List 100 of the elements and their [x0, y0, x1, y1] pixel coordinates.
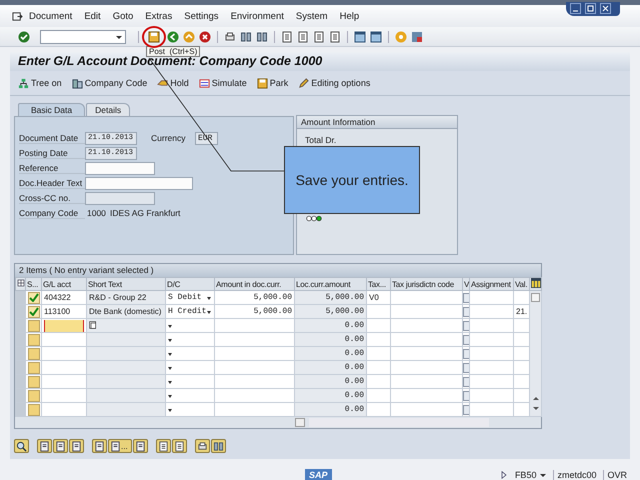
table-cell: 0.00 — [294, 318, 366, 332]
select-all-icon[interactable] — [16, 279, 24, 287]
table-tool-button[interactable] — [156, 439, 171, 453]
page-icon[interactable] — [313, 30, 325, 42]
table-tool-button[interactable] — [14, 439, 29, 453]
simulate-icon — [198, 78, 210, 88]
table-tool-button[interactable] — [69, 439, 84, 453]
table-tool-button[interactable]: ... — [108, 439, 132, 453]
table-tool-button[interactable] — [194, 439, 210, 453]
page-icon[interactable] — [297, 30, 309, 42]
table-cell: 5,000.00 — [294, 290, 366, 304]
layout-icon[interactable] — [411, 30, 423, 42]
table-cell: 0.00 — [294, 402, 366, 416]
table-tool-button[interactable] — [92, 439, 107, 453]
menu-exit-icon[interactable] — [12, 10, 23, 22]
dropdown[interactable]: H Credit — [166, 306, 214, 318]
column-header[interactable]: G/L acct — [42, 278, 86, 290]
binoculars-icon[interactable] — [240, 30, 252, 42]
input-field[interactable] — [44, 320, 84, 332]
window-controls[interactable] — [566, 2, 620, 16]
pencil-icon — [298, 78, 310, 88]
column-header[interactable]: S... — [26, 278, 42, 290]
checkbox[interactable] — [464, 362, 468, 372]
input-field[interactable] — [85, 176, 193, 190]
help-icon[interactable] — [395, 30, 407, 42]
checkbox[interactable] — [464, 348, 468, 358]
table-cell: 0.00 — [294, 374, 366, 388]
hold-icon — [157, 78, 168, 88]
floppy-icon — [256, 78, 268, 88]
value-help-icon[interactable] — [89, 320, 97, 328]
horizontal-scrollbar[interactable] — [309, 418, 489, 427]
command-field[interactable] — [40, 30, 126, 44]
horizontal-scrollbar[interactable] — [295, 418, 305, 427]
menu-item[interactable]: Settings — [184, 10, 219, 22]
tooltip: Post (Ctrl+S) — [146, 46, 200, 57]
table-title: 2 Items ( No entry variant selected ) — [15, 264, 541, 277]
menu-item[interactable]: Extras — [145, 10, 172, 22]
checkbox[interactable] — [464, 334, 468, 344]
toolbar-button[interactable]: Hold — [157, 76, 189, 90]
column-header[interactable]: Amount in doc.curr. — [214, 278, 294, 290]
column-header[interactable]: Assignment — [470, 278, 514, 290]
toolbar-button[interactable]: Editing options — [298, 76, 370, 90]
tree-icon — [18, 78, 29, 88]
table-cell: 5,000.00 — [214, 290, 294, 304]
menu-item[interactable]: Edit — [84, 10, 101, 22]
toolbar-button[interactable]: Park — [256, 76, 288, 90]
vertical-scrollbar[interactable] — [530, 290, 542, 416]
menu-item[interactable]: Help — [340, 10, 360, 22]
checkbox[interactable] — [464, 404, 468, 414]
column-header[interactable]: Tax... — [366, 278, 390, 290]
highlight-ring — [142, 26, 166, 48]
toolbar-button[interactable]: Simulate — [198, 76, 247, 90]
table-tool-button[interactable] — [210, 439, 226, 453]
tab[interactable]: Details — [86, 103, 130, 116]
table-cell: 5,000.00 — [294, 304, 366, 318]
column-header[interactable]: Loc.curr.amount — [294, 278, 366, 290]
column-settings-icon[interactable] — [530, 278, 540, 288]
table-cell: R&D - Group 22 — [86, 290, 166, 304]
checkbox[interactable] — [464, 320, 468, 330]
table-tool-button[interactable] — [132, 439, 148, 453]
field-value: 1000 — [86, 208, 103, 218]
table-tool-button[interactable] — [172, 439, 187, 453]
cancel-icon[interactable] — [199, 30, 211, 42]
table-cell: 5,000.00 — [214, 304, 294, 318]
dropdown[interactable]: S Debit — [166, 292, 214, 304]
menu-item[interactable]: Document — [29, 10, 72, 22]
table-tool-button[interactable] — [37, 439, 52, 453]
column-header[interactable]: Short Text — [86, 278, 166, 290]
mode-indicator: OVR — [603, 470, 630, 480]
menu-item[interactable]: Goto — [112, 10, 134, 22]
checkbox[interactable] — [464, 376, 468, 386]
table-cell: 0.00 — [294, 388, 366, 402]
page-icon[interactable] — [281, 30, 293, 42]
toolbar-button[interactable]: Company Code — [72, 76, 148, 90]
menu-item[interactable]: Environment — [230, 10, 284, 22]
input-field[interactable] — [85, 162, 155, 174]
table-cell: 404322 — [42, 290, 86, 304]
column-header[interactable]: Tax jurisdictn code — [390, 278, 462, 290]
page-icon[interactable] — [329, 30, 341, 42]
checkbox[interactable] — [464, 292, 468, 302]
toolbar-button[interactable]: Tree on — [18, 76, 62, 90]
window-icon[interactable] — [354, 30, 366, 42]
checkbox[interactable] — [464, 390, 468, 400]
play-icon[interactable] — [500, 470, 508, 480]
panel-title: Amount Information — [297, 116, 457, 129]
table-tool-button[interactable] — [53, 439, 68, 453]
window-icon[interactable] — [370, 30, 382, 42]
column-header[interactable]: Val. — [514, 278, 530, 290]
column-header[interactable]: D/C — [166, 278, 214, 290]
menu-item[interactable]: System — [296, 10, 328, 22]
table-cell: Dte Bank (domestic) — [86, 304, 166, 318]
table-cell: 0.00 — [294, 346, 366, 360]
save-icon[interactable] — [148, 30, 160, 42]
tab[interactable]: Basic Data — [18, 103, 86, 116]
binoculars-icon[interactable] — [256, 30, 268, 42]
sheet-icon — [110, 440, 121, 452]
printer-icon[interactable] — [224, 30, 236, 42]
transaction-dropdown[interactable]: FB50 — [512, 470, 550, 480]
checkbox[interactable] — [464, 306, 468, 316]
check-icon[interactable] — [18, 30, 30, 42]
